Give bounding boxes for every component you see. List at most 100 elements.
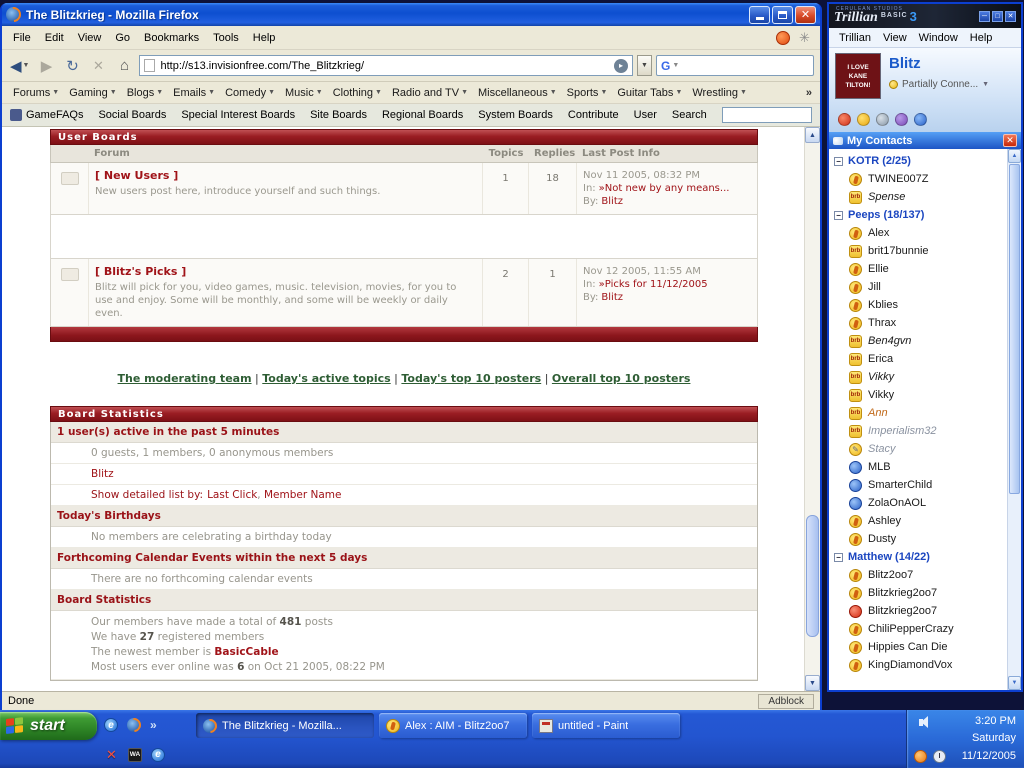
contact-item[interactable]: Hippies Can Die — [829, 638, 1007, 656]
identity-name[interactable]: Blitz — [889, 55, 989, 72]
contact-item[interactable]: Ashley — [829, 512, 1007, 530]
collapse-icon[interactable]: − — [834, 211, 843, 220]
bookmark-link[interactable]: Regional Boards — [382, 109, 463, 121]
last-poster-link[interactable]: Blitz — [601, 292, 623, 303]
search-engine-caret-icon[interactable]: ▼ — [672, 62, 679, 69]
bookmark-folder[interactable]: Emails▼ — [168, 85, 220, 101]
stop-button[interactable]: ✕ — [87, 54, 109, 78]
footer-link[interactable]: Today's top 10 posters — [401, 372, 541, 385]
minimize-button[interactable] — [749, 6, 770, 24]
footer-link[interactable]: Overall top 10 posters — [552, 372, 691, 385]
red-x-icon[interactable]: ✕ — [104, 747, 119, 762]
bookmarks-overflow-chevron[interactable]: » — [806, 87, 814, 99]
contact-item[interactable]: Blitzkrieg2oo7 — [829, 584, 1007, 602]
scroll-down-icon[interactable]: ▼ — [805, 675, 820, 691]
member-name-link[interactable]: Member Name — [264, 489, 342, 501]
menu-item-help[interactable]: Help — [246, 29, 283, 47]
contact-item[interactable]: MLB — [829, 458, 1007, 476]
restore-button[interactable] — [772, 6, 793, 24]
bookmark-folder[interactable]: Forums▼ — [8, 85, 64, 101]
contact-item[interactable]: brbbrit17bunnie — [829, 242, 1007, 260]
menu-item-bookmarks[interactable]: Bookmarks — [137, 29, 206, 47]
address-dropdown-button[interactable]: ▼ — [637, 55, 652, 76]
footer-link[interactable]: The moderating team — [118, 372, 252, 385]
contact-item[interactable]: brbVikky — [829, 386, 1007, 404]
forum-link[interactable]: [ Blitz's Picks ] — [95, 265, 476, 278]
contact-item[interactable]: Jill — [829, 278, 1007, 296]
adblock-status[interactable]: Adblock — [758, 694, 814, 709]
volume-icon[interactable] — [919, 719, 923, 726]
red-protocol-icon[interactable] — [838, 113, 851, 126]
contact-item[interactable]: Dusty — [829, 530, 1007, 548]
collapse-icon[interactable]: − — [834, 157, 843, 166]
forward-button[interactable]: ▶ — [35, 54, 57, 78]
bookmark-link[interactable]: Search — [672, 109, 707, 121]
menu-item-edit[interactable]: Edit — [38, 29, 71, 47]
contact-item[interactable]: SmarterChild — [829, 476, 1007, 494]
gray-protocol-icon[interactable] — [876, 113, 889, 126]
taskbar-button[interactable]: The Blitzkrieg - Mozilla... — [196, 713, 374, 738]
ie-icon[interactable]: e — [104, 718, 118, 732]
bookmark-link[interactable]: User — [634, 109, 657, 121]
contact-item[interactable]: Blitzkrieg2oo7 — [829, 602, 1007, 620]
contact-item[interactable]: brbVikky — [829, 368, 1007, 386]
reload-button[interactable]: ↻ — [61, 54, 83, 78]
menu-item-go[interactable]: Go — [108, 29, 137, 47]
blue-protocol-icon[interactable] — [914, 113, 927, 126]
go-icon[interactable]: ▸ — [614, 59, 628, 73]
last-topic-link[interactable]: »Picks for 11/12/2005 — [599, 279, 708, 290]
last-poster-link[interactable]: Blitz — [601, 196, 623, 207]
address-bar[interactable]: http://s13.invisionfree.com/The_Blitzkri… — [139, 55, 633, 76]
contact-group[interactable]: −KOTR (2/25) — [829, 152, 1007, 170]
firefox-titlebar[interactable]: The Blitzkrieg - Mozilla Firefox ✕ — [2, 3, 820, 26]
extension-gear-icon[interactable]: ✳ — [799, 30, 810, 46]
scrollbar-thumb[interactable] — [1009, 164, 1020, 494]
contact-item[interactable]: Alex — [829, 224, 1007, 242]
scroll-up-icon[interactable]: ▲ — [805, 127, 820, 143]
menu-item-view[interactable]: View — [71, 29, 109, 47]
contact-item[interactable]: brbBen4gvn — [829, 332, 1007, 350]
trillian-titlebar[interactable]: CERULEAN STUDIOS Trillian BASIC 3 ─ □ ✕ — [829, 4, 1021, 28]
ie-icon[interactable]: e — [151, 748, 165, 762]
menu-item-tools[interactable]: Tools — [206, 29, 246, 47]
bookmark-folder[interactable]: Wrestling▼ — [687, 85, 752, 101]
winamp-icon[interactable]: WA — [128, 748, 142, 762]
toolbar-search-input[interactable] — [722, 107, 812, 123]
menu-item-trillian[interactable]: Trillian — [833, 30, 877, 46]
taskbar-button[interactable]: Alex : AIM - Blitz2oo7 — [379, 713, 527, 738]
category-header[interactable]: User Boards — [50, 129, 758, 145]
contact-group[interactable]: −Matthew (14/22) — [829, 548, 1007, 566]
overflow-chevron-icon[interactable]: » — [150, 718, 157, 732]
tray-clock-icon[interactable] — [933, 750, 946, 763]
close-contacts-icon[interactable]: ✕ — [1003, 134, 1017, 147]
last-topic-link[interactable]: »Not new by any means... — [599, 183, 730, 194]
close-button[interactable]: ✕ — [795, 6, 816, 24]
last-click-link[interactable]: Last Click — [207, 489, 257, 501]
collapse-icon[interactable]: − — [834, 553, 843, 562]
bookmark-folder[interactable]: Blogs▼ — [122, 85, 168, 101]
clock-time[interactable]: 3:20 PM — [975, 715, 1016, 727]
contact-item[interactable]: TWINE007Z — [829, 170, 1007, 188]
menu-item-view[interactable]: View — [877, 30, 913, 46]
bookmark-link[interactable]: Contribute — [568, 109, 619, 121]
taskbar-button[interactable]: untitled - Paint — [532, 713, 680, 738]
menu-item-file[interactable]: File — [6, 29, 38, 47]
bookmark-folder[interactable]: Music▼ — [280, 85, 328, 101]
extension-orange-icon[interactable] — [776, 31, 790, 45]
minimize-button[interactable]: ─ — [979, 11, 990, 22]
maximize-button[interactable]: □ — [992, 11, 1003, 22]
contact-item[interactable]: brbSpense — [829, 188, 1007, 206]
bookmark-link[interactable]: System Boards — [478, 109, 553, 121]
scroll-up-icon[interactable]: ▲ — [1008, 149, 1021, 163]
bookmark-link[interactable]: GameFAQs — [10, 109, 83, 121]
bookmark-folder[interactable]: Gaming▼ — [64, 85, 121, 101]
bookmark-folder[interactable]: Radio and TV▼ — [387, 85, 473, 101]
bookmark-folder[interactable]: Miscellaneous▼ — [473, 85, 562, 101]
contact-group[interactable]: −Peeps (18/137) — [829, 206, 1007, 224]
contact-item[interactable]: brbAnn — [829, 404, 1007, 422]
member-link[interactable]: BasicCable — [214, 646, 278, 658]
bookmark-folder[interactable]: Guitar Tabs▼ — [612, 85, 687, 101]
back-button[interactable]: ◀▼ — [8, 54, 31, 78]
home-button[interactable]: ⌂ — [113, 54, 135, 78]
purple-protocol-icon[interactable] — [895, 113, 908, 126]
